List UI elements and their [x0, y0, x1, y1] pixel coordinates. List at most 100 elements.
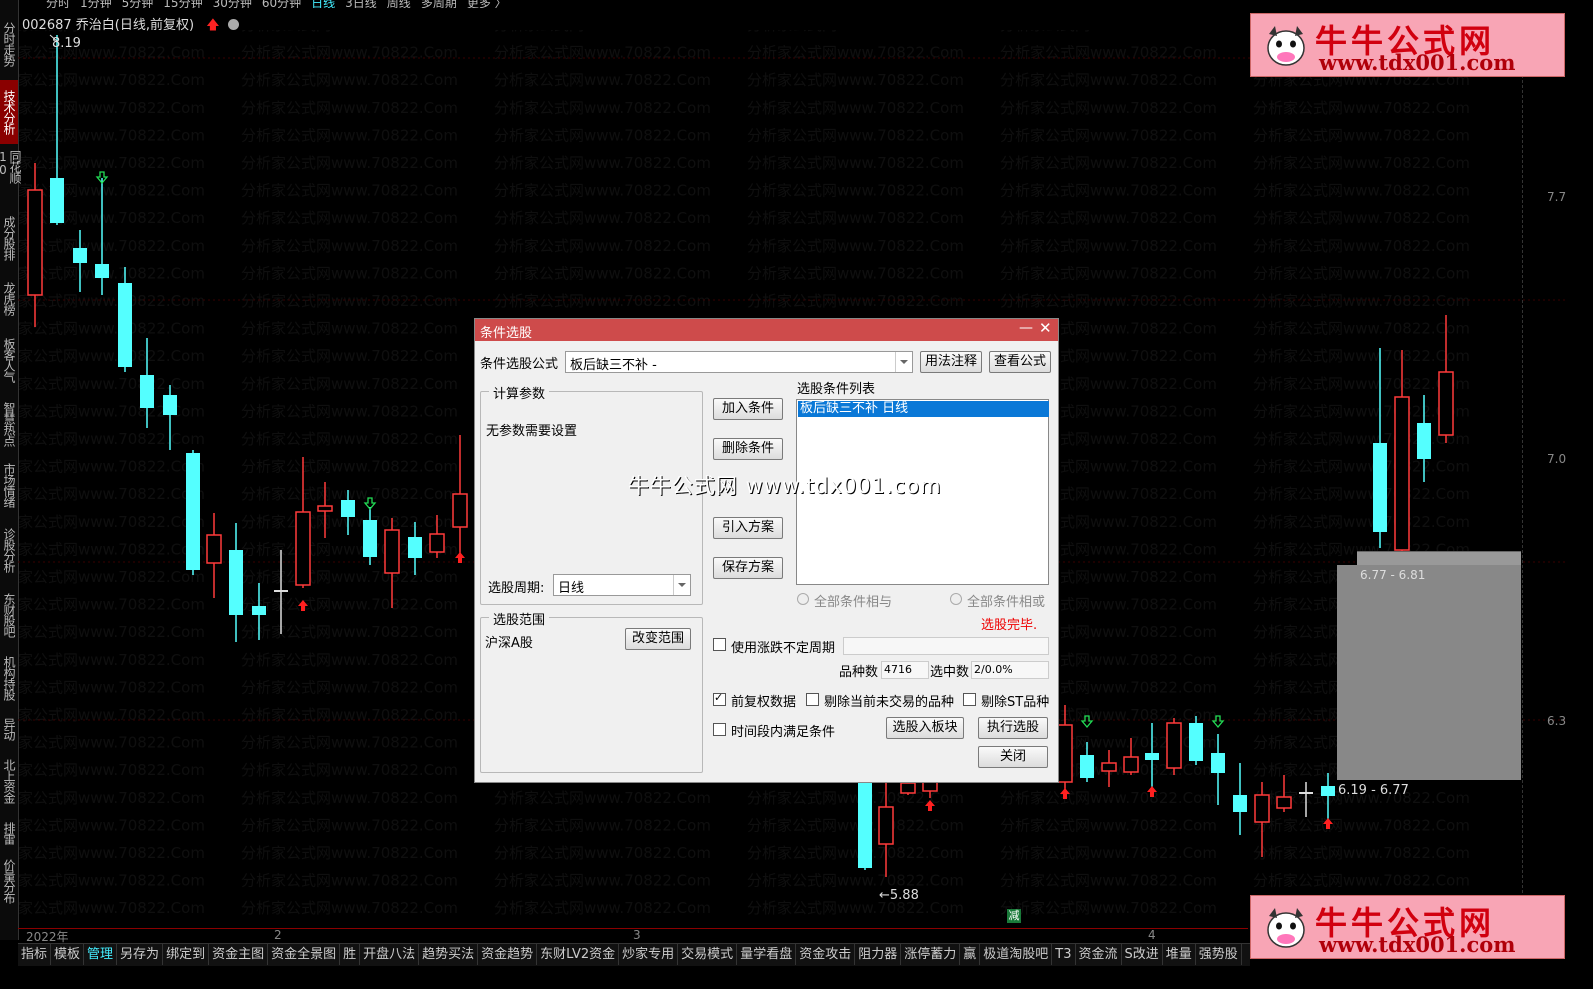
formula-select[interactable]: 板后缺三不补 - [565, 351, 913, 373]
left-tab[interactable]: 诊股分析 [0, 520, 18, 580]
indicator-tab[interactable]: 资金流 [1076, 944, 1122, 965]
watermark-text: 分析家公式网www.70822.Com [18, 375, 205, 393]
watermark-text: 分析家公式网www.70822.Com [241, 44, 458, 62]
watermark-text: 分析家公式网www.70822.Com [747, 237, 964, 255]
watermark-text: 分析家公式网www.70822.Com [18, 71, 205, 89]
indicator-tab[interactable]: 阻力器 [855, 944, 902, 965]
indicator-tab[interactable]: 资金趋势 [478, 944, 538, 965]
period-tab[interactable]: 30分钟 [213, 0, 252, 8]
watermark-text: 分析家公式网www.70822.Com [1253, 99, 1470, 117]
candle-body [186, 453, 200, 570]
indicator-tab[interactable]: 指标 [18, 944, 52, 965]
left-tab[interactable]: 异动 [0, 710, 18, 748]
watermark-text: 分析家公式网www.70822.Com [747, 844, 964, 862]
watermark-text: 分析家公式网www.70822.Com [747, 264, 964, 282]
watermark-text: 分析家公式网www.70822.Com [1000, 789, 1217, 807]
close-icon[interactable]: ✕ [1039, 319, 1052, 337]
condition-list-item[interactable]: 板后缺三不补 日线 [798, 401, 1049, 417]
indicator-tab[interactable]: 涨停蓄力 [901, 944, 961, 965]
period-tab[interactable]: 多周期 [421, 0, 457, 8]
to-board-button[interactable]: 选股入板块 [886, 717, 964, 739]
adjusted-data-checkbox[interactable] [713, 691, 726, 706]
import-scheme-button[interactable]: 引入方案 [713, 517, 783, 539]
radio-all-or[interactable] [950, 593, 962, 605]
radio-all-and[interactable] [797, 593, 809, 605]
indicator-tab[interactable]: 趋势买法 [419, 944, 479, 965]
dropdown-circle-icon[interactable] [227, 19, 239, 30]
period-tab[interactable]: 60分钟 [262, 0, 301, 8]
uneven-period-field[interactable] [843, 637, 1049, 655]
period-tab[interactable]: 5分钟 [122, 0, 154, 8]
indicator-tab[interactable]: 模板 [51, 944, 85, 965]
indicator-tab[interactable]: 强势股 [1196, 944, 1242, 965]
indicator-tab[interactable]: T3 [1052, 944, 1076, 965]
add-condition-button[interactable]: 加入条件 [713, 398, 783, 420]
delete-condition-button[interactable]: 删除条件 [713, 438, 783, 460]
indicator-tab[interactable]: 资金攻击 [796, 944, 856, 965]
indicator-tab[interactable]: 东财LV2资金 [537, 944, 620, 965]
exclude-st-checkbox[interactable] [963, 693, 976, 706]
period-tab[interactable]: 3日线 [345, 0, 377, 8]
period-tab[interactable]: 1分钟 [80, 0, 112, 8]
left-tab[interactable]: 技术分析 [0, 80, 18, 144]
left-tab[interactable]: 板客人气 [0, 330, 18, 390]
axis-label: 6.3 [1547, 714, 1567, 728]
uneven-period-checkbox[interactable] [713, 638, 726, 651]
indicator-tab[interactable]: 绑定到 [163, 944, 210, 965]
candle-body [408, 537, 422, 558]
indicator-tab[interactable]: 管理 [84, 944, 118, 965]
watermark-text: 分析家公式网www.70822.Com [241, 430, 458, 448]
candle-body [140, 375, 154, 408]
indicator-tab[interactable]: 炒家专用 [619, 944, 679, 965]
close-button[interactable]: 关闭 [978, 746, 1048, 768]
period-tab[interactable]: 分时 [46, 0, 70, 8]
indicator-tab[interactable]: 堆量 [1163, 944, 1196, 965]
chevron-down-icon[interactable] [673, 575, 690, 595]
chevron-down-icon[interactable] [895, 352, 912, 372]
indicator-tab[interactable]: 量学看盘 [737, 944, 797, 965]
range-bottom-label: 6.19 - 6.77 [1338, 783, 1409, 798]
watermark-text: 分析家公式网www.70822.Com [1253, 182, 1470, 200]
indicator-tab[interactable]: 胜 [340, 944, 361, 965]
watermark-text: 分析家公式网www.70822.Com [1000, 30, 1217, 34]
left-tab[interactable]: 东财股吧 [0, 585, 18, 645]
view-formula-button[interactable]: 查看公式 [989, 351, 1051, 373]
left-tab[interactable]: 市场情绪 [0, 455, 18, 515]
period-tab[interactable]: 更多 〉 [467, 0, 507, 8]
execute-button[interactable]: 执行选股 [978, 717, 1048, 739]
dialog-titlebar[interactable]: 条件选股 — ✕ [475, 319, 1058, 341]
left-tab[interactable]: 分时走势 [0, 12, 18, 76]
left-tab[interactable]: 北上资金 [0, 752, 18, 810]
minimize-icon[interactable]: — [1019, 320, 1033, 336]
period-tab[interactable]: 周线 [387, 0, 411, 8]
indicator-tab[interactable]: 极道淘股吧 [980, 944, 1053, 965]
watermark-text: 分析家公式网www.70822.Com [18, 596, 205, 614]
usage-notes-button[interactable]: 用法注释 [920, 351, 982, 373]
period-tab[interactable]: 15分钟 [163, 0, 202, 8]
left-tab[interactable]: 龙虎榜 [0, 270, 18, 326]
indicator-tab[interactable]: 交易模式 [678, 944, 738, 965]
candle-body [1189, 723, 1203, 761]
indicator-tab[interactable]: 另存为 [117, 944, 164, 965]
indicator-tab[interactable]: 开盘八法 [360, 944, 420, 965]
indicator-tab[interactable]: 资金全景图 [268, 944, 341, 965]
indicator-tab[interactable]: 赢 [960, 944, 981, 965]
left-tab[interactable]: 同花顺10 [0, 150, 22, 206]
watermark-text: 分析家公式网www.70822.Com [241, 458, 458, 476]
left-tab[interactable]: 智慧热点 [0, 395, 18, 453]
low-price-label: ←5.88 [879, 888, 919, 903]
period-select[interactable]: 日线 [553, 574, 691, 596]
period-tab[interactable]: 日线 [311, 0, 335, 8]
left-tab[interactable]: 成分股排 [0, 210, 18, 266]
left-tab[interactable]: 价量分布 [0, 855, 18, 907]
left-tab[interactable]: 排雷 [0, 815, 18, 851]
condition-list-title: 选股条件列表 [797, 382, 876, 397]
change-scope-button[interactable]: 改变范围 [625, 628, 691, 650]
exclude-untraded-checkbox[interactable] [806, 693, 819, 706]
indicator-tab[interactable]: S改进 [1122, 944, 1163, 965]
period-within-checkbox[interactable] [713, 723, 726, 736]
indicator-tab[interactable]: 资金主图 [209, 944, 269, 965]
left-tab[interactable]: 机构持股 [0, 650, 18, 706]
watermark-text: 分析家公式网www.70822.Com [241, 264, 458, 282]
save-scheme-button[interactable]: 保存方案 [713, 557, 783, 579]
